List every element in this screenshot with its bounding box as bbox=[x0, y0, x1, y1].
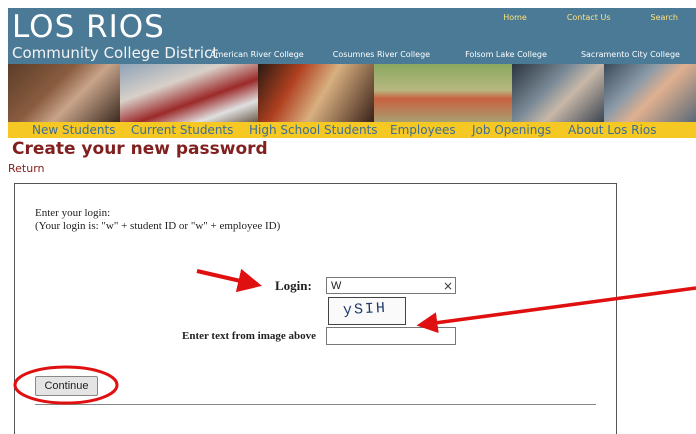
logo-title[interactable]: LOS RIOS bbox=[12, 10, 165, 44]
instruction-line-1: Enter your login: bbox=[35, 207, 111, 219]
captcha-input[interactable] bbox=[326, 327, 456, 345]
nav-current-students[interactable]: Current Students bbox=[131, 122, 233, 138]
login-instructions: Enter your login: (Your login is: "w" + … bbox=[35, 207, 280, 233]
return-link[interactable]: Return bbox=[8, 162, 45, 175]
college-link-sacramento-city[interactable]: Sacramento City College bbox=[581, 50, 680, 59]
nav-employees[interactable]: Employees bbox=[390, 122, 456, 138]
photo-student-reading bbox=[8, 64, 120, 122]
nav-job-openings[interactable]: Job Openings bbox=[472, 122, 551, 138]
photo-football-player bbox=[120, 64, 258, 122]
continue-button[interactable]: Continue bbox=[35, 376, 98, 396]
clear-icon[interactable]: × bbox=[443, 278, 453, 294]
main-nav: New Students Current Students High Schoo… bbox=[8, 122, 696, 138]
photo-graduates bbox=[512, 64, 604, 122]
photo-hurdler bbox=[374, 64, 512, 122]
college-links: American River College Cosumnes River Co… bbox=[210, 50, 680, 59]
captcha-label: Enter text from image above bbox=[182, 330, 317, 342]
site-header: LOS RIOS Community College District Home… bbox=[8, 8, 696, 64]
form-divider bbox=[35, 404, 596, 405]
college-link-folsom-lake[interactable]: Folsom Lake College bbox=[465, 50, 547, 59]
page-title: Create your new password bbox=[12, 139, 268, 159]
instruction-line-2: (Your login is: "w" + student ID or "w" … bbox=[35, 220, 281, 232]
nav-about-los-rios[interactable]: About Los Rios bbox=[568, 122, 656, 138]
login-input[interactable] bbox=[326, 277, 456, 294]
photo-theater-performers bbox=[258, 64, 374, 122]
captcha-text: ySIH bbox=[342, 299, 388, 320]
photo-banner bbox=[8, 64, 696, 122]
nav-new-students[interactable]: New Students bbox=[32, 122, 115, 138]
login-label: Login: bbox=[275, 278, 312, 293]
college-link-american-river[interactable]: American River College bbox=[210, 50, 304, 59]
photo-smiling-man bbox=[604, 64, 696, 122]
home-link[interactable]: Home bbox=[503, 13, 527, 22]
logo-subtitle: Community College District bbox=[12, 44, 219, 62]
search-link[interactable]: Search bbox=[651, 13, 678, 22]
top-links: Home Contact Us Search bbox=[463, 13, 678, 22]
top-strip bbox=[0, 0, 696, 8]
captcha-image: ySIH bbox=[328, 297, 406, 325]
contact-us-link[interactable]: Contact Us bbox=[567, 13, 611, 22]
college-link-cosumnes-river[interactable]: Cosumnes River College bbox=[333, 50, 430, 59]
nav-high-school-students[interactable]: High School Students bbox=[249, 122, 378, 138]
